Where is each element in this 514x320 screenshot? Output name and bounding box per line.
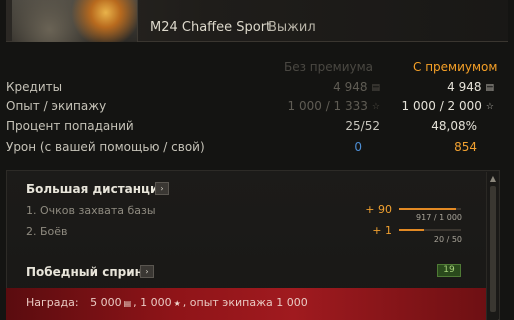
scrollbar[interactable]: ▲ xyxy=(486,172,498,320)
quest-progress-text: 917 / 1 000 xyxy=(416,213,462,222)
quest-info-button[interactable]: › xyxy=(155,182,169,195)
stat-value-basic: 0 xyxy=(354,140,362,154)
reward-label: Награда: xyxy=(26,296,79,309)
stat-row-hit-rate: Процент попаданий 25/52 48,08% xyxy=(0,119,514,137)
chevron-right-icon: › xyxy=(160,184,164,193)
stat-value-basic: 1 000 / 1 333 ☆ xyxy=(287,99,380,113)
star-icon: ☆ xyxy=(371,102,380,112)
reward-text: Награда: 5 000 ▤, 1 000 ★, опыт экипажа 1 … xyxy=(26,296,308,309)
quest-progress-bar xyxy=(399,208,461,210)
stat-label: Кредиты xyxy=(6,80,63,94)
column-header-basic: Без премиума xyxy=(284,60,374,74)
stat-value-premium: 48,08% xyxy=(431,119,477,133)
quest-condition-label: 1. Очков захвата базы xyxy=(26,204,156,217)
stat-value-basic: 25/52 xyxy=(345,119,380,133)
quest-title: Победный спринт xyxy=(26,265,150,279)
quest-progress-fill xyxy=(399,208,456,210)
quest-progress-fill xyxy=(399,229,424,231)
quest-condition-label: 2. Боёв xyxy=(26,225,68,238)
stat-label: Урон (с вашей помощью / свой) xyxy=(6,140,205,154)
reward-credits: 5 000 xyxy=(90,296,122,309)
stat-label: Опыт / экипажу xyxy=(6,99,107,113)
quest-progress-bar xyxy=(399,229,461,231)
credits-icon: ▤ xyxy=(123,299,132,308)
star-icon: ★ xyxy=(173,299,181,308)
credits-icon: ▤ xyxy=(485,83,494,93)
reward-crew-xp: , опыт экипажа 1 000 xyxy=(182,296,308,309)
arrow-up-icon[interactable]: ▲ xyxy=(487,174,499,184)
chevron-right-icon: › xyxy=(145,267,149,276)
vehicle-status: Выжил xyxy=(268,20,316,35)
star-icon: ☆ xyxy=(485,102,494,112)
stat-value-basic: 4 948 ▤ xyxy=(333,80,380,94)
reward-xp: , 1 000 xyxy=(133,296,172,309)
quest-progress-text: 20 / 50 xyxy=(433,235,462,244)
credits-icon: ▤ xyxy=(371,83,380,93)
reward-bar: Награда: 5 000 ▤, 1 000 ★, опыт экипажа 1 … xyxy=(6,288,486,320)
quest-info-button[interactable]: › xyxy=(140,265,154,278)
stat-row-credits: Кредиты 4 948 ▤ 4 948 ▤ xyxy=(0,80,514,98)
stat-value-premium: 4 948 ▤ xyxy=(447,80,494,94)
quest-count-badge: 19 xyxy=(437,264,461,277)
column-header-premium: С премиумом xyxy=(413,60,498,74)
quest-title: Большая дистанция xyxy=(26,182,167,196)
scroll-thumb[interactable] xyxy=(490,186,496,312)
stat-row-xp: Опыт / экипажу 1 000 / 1 333 ☆ 1 000 / 2 … xyxy=(0,99,514,117)
vehicle-name: M24 Chaffee Sport xyxy=(150,20,272,35)
tank-image xyxy=(12,0,138,42)
stat-row-damage: Урон (с вашей помощью / свой) 0 854 xyxy=(0,140,514,158)
stat-value-premium: 854 xyxy=(454,140,477,154)
stat-value-premium: 1 000 / 2 000 ☆ xyxy=(401,99,494,113)
stat-label: Процент попаданий xyxy=(6,119,134,133)
